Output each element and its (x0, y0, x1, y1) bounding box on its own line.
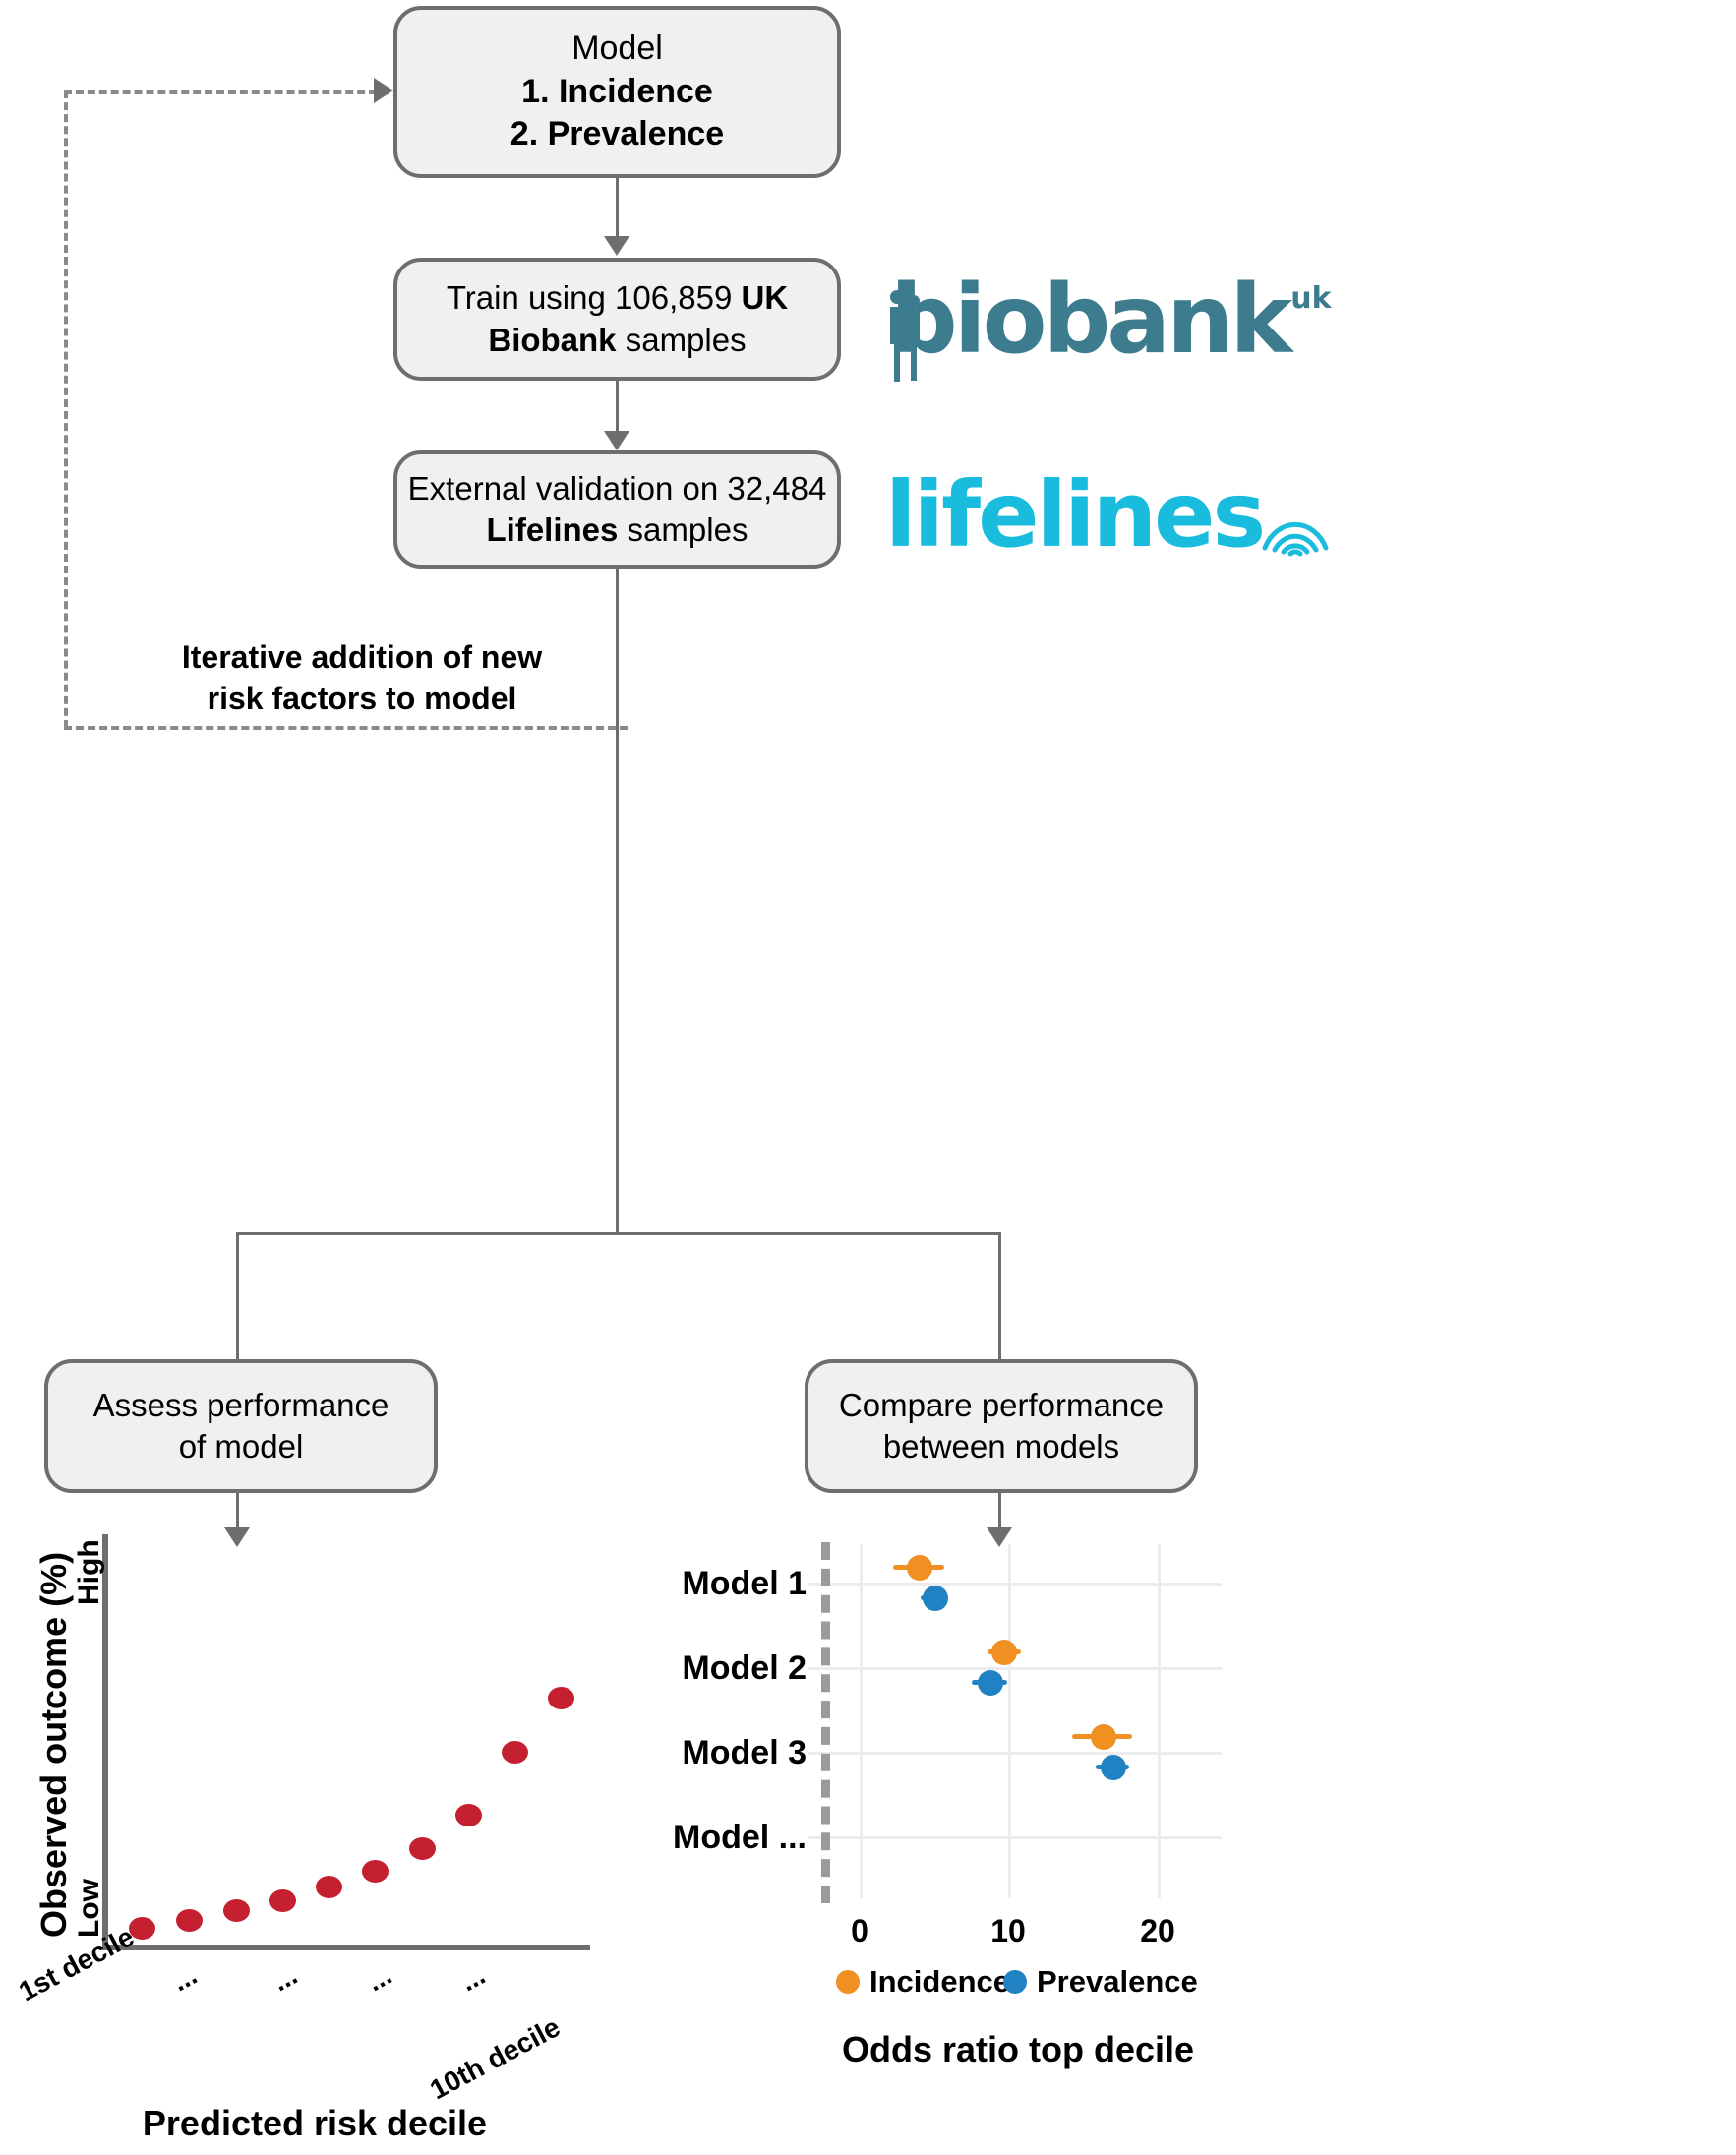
connector-model-to-train (616, 178, 619, 243)
train-box: Train using 106,859 UK Biobank samples (393, 258, 841, 381)
forest-x-tick-0: 0 (851, 1913, 868, 1948)
lifelines-wordmark: lifelines (885, 462, 1266, 568)
biobank-people-icon (890, 290, 920, 382)
assess-performance-box: Assess performance of model (44, 1359, 438, 1493)
forest-category-label-model-3: Model 3 (682, 1734, 807, 1771)
forest-legend-prevalence: Prevalence (1003, 1964, 1198, 2000)
train-box-line-2: Biobank samples (488, 321, 747, 358)
forest-point-prevalence-model-2 (978, 1670, 1003, 1696)
calibration-x-tick-2: ... (167, 1959, 203, 1998)
branch-horizontal-connector (236, 1232, 1000, 1235)
connector-validate-trunk (616, 569, 619, 1234)
feedback-loop-top-segment (64, 90, 389, 94)
forest-point-incidence-model-3 (1091, 1724, 1116, 1750)
iterative-label-line-1: Iterative addition of new (181, 639, 543, 675)
forest-category-label-model-dots: Model ... (673, 1819, 807, 1856)
calibration-x-tick-6: 10th decile (425, 2011, 566, 2106)
forest-legend-incidence-swatch (836, 1970, 860, 1994)
forest-legend-prevalence-swatch (1003, 1970, 1027, 1994)
calibration-y-axis-title: Observed outcome (%) (33, 1551, 74, 1938)
forest-legend-incidence-label: Incidence (869, 1964, 1010, 1999)
calibration-x-tick-4: ... (362, 1959, 397, 1998)
model-box-line-2: 1. Incidence (521, 72, 713, 110)
calibration-x-tick-5: ... (455, 1959, 491, 1998)
forest-legend-incidence: Incidence (836, 1964, 1010, 2000)
forest-y-axis-dashed (821, 1542, 830, 1903)
biobank-uk-superscript: uk (1290, 281, 1332, 316)
calibration-point-7 (409, 1837, 436, 1860)
forest-point-incidence-model-1 (907, 1555, 932, 1581)
calibration-point-3 (223, 1899, 250, 1922)
validate-box-line-2: Lifelines samples (486, 511, 748, 548)
calibration-x-tick-3: ... (268, 1959, 303, 1998)
forest-gridline-y-4 (808, 1836, 1222, 1839)
model-box-line-1: Model (571, 30, 663, 68)
calibration-point-4 (269, 1889, 296, 1912)
forest-point-prevalence-model-1 (923, 1586, 948, 1611)
feedback-loop-bottom-segment (64, 726, 628, 730)
calibration-point-9 (502, 1741, 528, 1764)
model-box: Model 1. Incidence 2. Prevalence (393, 6, 841, 178)
forest-x-tick-10: 10 (990, 1913, 1026, 1948)
lifelines-logo: lifelines (885, 470, 1334, 561)
validate-box: External validation on 32,484 Lifelines … (393, 450, 841, 569)
biobank-wordmark: biobank (890, 265, 1292, 375)
calibration-x-axis-title: Predicted risk decile (142, 2103, 488, 2143)
lifelines-fingerprint-icon (1262, 521, 1329, 557)
connector-train-to-validate (616, 381, 619, 438)
forest-gridline-y-2 (808, 1667, 1222, 1670)
connector-train-to-validate-arrowhead (604, 431, 629, 450)
feedback-loop-left-segment (64, 90, 68, 728)
calibration-point-6 (362, 1860, 389, 1883)
forest-point-incidence-model-2 (991, 1640, 1017, 1665)
calibration-y-tick-high: High (73, 1539, 105, 1605)
forest-gridline-x-20 (1158, 1544, 1161, 1898)
model-box-line-3: 2. Prevalence (509, 115, 725, 153)
forest-gridline-x-0 (860, 1544, 863, 1898)
calibration-point-5 (316, 1876, 342, 1898)
compare-performance-box: Compare performance between models (805, 1359, 1198, 1493)
validate-box-line-1: External validation on 32,484 (407, 469, 827, 507)
forest-category-label-model-2: Model 2 (682, 1649, 807, 1687)
train-box-line-1: Train using 106,859 UK (446, 279, 789, 317)
forest-legend-prevalence-label: Prevalence (1037, 1964, 1198, 1999)
calibration-scatter-plot: Observed outcome (%) High Low 1st decile… (0, 1534, 590, 2155)
figure-canvas: Model 1. Incidence 2. Prevalence Train u… (0, 0, 1736, 2155)
uk-biobank-logo: biobank uk (890, 265, 1332, 382)
forest-x-tick-20: 20 (1140, 1913, 1175, 1948)
feedback-loop-arrowhead (374, 78, 393, 103)
assess-box-line-1: Assess performance (92, 1386, 389, 1423)
forest-x-axis-title: Odds ratio top decile (841, 2029, 1195, 2069)
forest-gridline-y-3 (808, 1752, 1222, 1755)
odds-ratio-forest-plot: Model 1 Model 2 Model 3 Model ... 0 10 2… (639, 1534, 1736, 2155)
iterative-addition-label: Iterative addition of new risk factors t… (165, 637, 559, 719)
calibration-point-10 (548, 1687, 574, 1709)
forest-point-prevalence-model-3 (1101, 1755, 1126, 1780)
calibration-y-tick-low: Low (73, 1879, 105, 1938)
branch-left-drop (236, 1232, 239, 1360)
assess-box-line-2: of model (178, 1428, 304, 1465)
forest-gridline-y-1 (808, 1583, 1222, 1586)
forest-category-label-model-1: Model 1 (682, 1565, 807, 1602)
forest-gridline-x-10 (1008, 1544, 1011, 1898)
calibration-x-axis (102, 1945, 590, 1950)
branch-right-drop (998, 1232, 1001, 1360)
compare-box-line-2: between models (882, 1428, 1120, 1465)
compare-box-line-1: Compare performance (838, 1386, 1165, 1423)
iterative-label-line-2: risk factors to model (207, 680, 517, 716)
calibration-point-8 (455, 1804, 482, 1826)
connector-model-to-train-arrowhead (604, 236, 629, 256)
calibration-point-2 (176, 1909, 203, 1932)
